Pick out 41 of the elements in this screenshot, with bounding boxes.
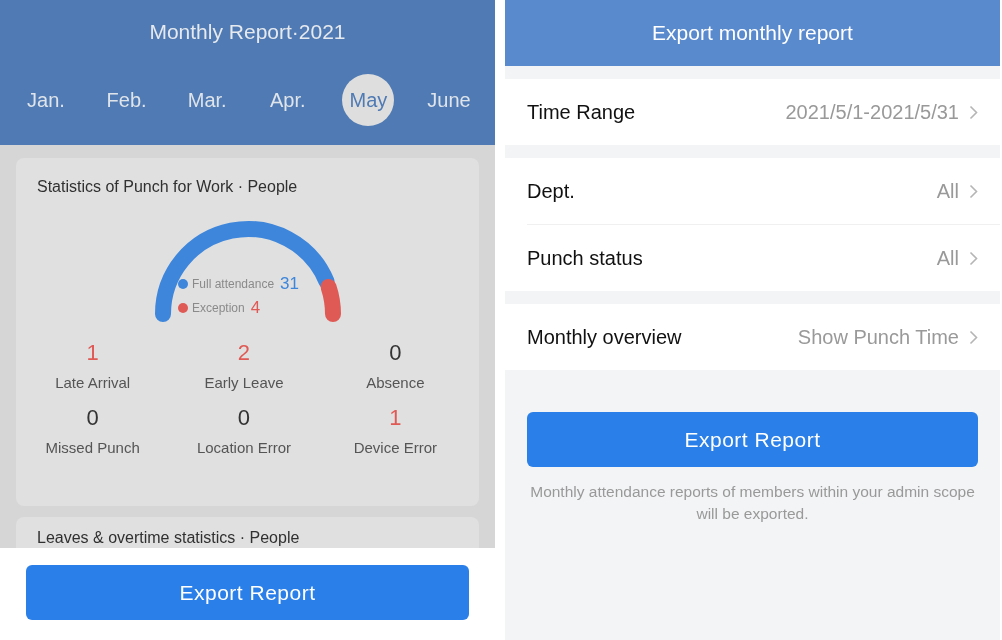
screen-title: Monthly Report·2021	[148, 19, 347, 44]
stat-value: 2	[237, 340, 251, 366]
row-label: Monthly overview	[527, 325, 683, 349]
stat-label: Device Error	[353, 439, 437, 456]
stat-value: 0	[389, 340, 402, 366]
stat-value: 1	[389, 405, 402, 431]
stat-value: 0	[86, 405, 99, 431]
export-button[interactable]: Export Report	[527, 412, 978, 467]
month-tab[interactable]: Jan.	[20, 74, 72, 126]
month-tab[interactable]: Mar.	[181, 74, 234, 126]
chevron-right-icon[interactable]	[969, 250, 978, 266]
stat-label: Absence	[366, 374, 425, 391]
stat-value: 0	[237, 405, 251, 431]
month-tab[interactable]: Feb.	[100, 74, 153, 126]
stat-label: Early Leave	[204, 374, 284, 391]
row-label: Time Range	[527, 100, 637, 124]
month-tab[interactable]: May	[342, 74, 395, 126]
chevron-right-icon[interactable]	[969, 329, 978, 345]
chevron-right-icon[interactable]	[969, 104, 978, 120]
stat-label: Location Error	[196, 439, 292, 456]
month-tab[interactable]: Apr.	[261, 74, 314, 126]
stat-value: 1	[86, 340, 99, 366]
row-label: Punch status	[527, 246, 644, 270]
note-text: Monthly attendance reports of members within your admin scope will be exported.	[529, 482, 976, 524]
row-value[interactable]: All	[936, 246, 959, 270]
export-button[interactable]: Export Report	[26, 565, 469, 620]
card-title: Leaves & overtime statistics · People	[37, 529, 301, 547]
month-tab[interactable]: June	[422, 74, 475, 126]
chevron-right-icon[interactable]	[969, 183, 978, 199]
legend-count: 31	[280, 274, 299, 294]
legend-label: Exception	[192, 301, 245, 315]
legend-count: 4	[250, 298, 261, 318]
stat-label: Missed Punch	[45, 439, 140, 456]
row-value[interactable]: 2021/5/1-2021/5/31	[785, 100, 959, 124]
row-value[interactable]: Show Punch Time	[797, 325, 959, 349]
stat-label: Late Arrival	[55, 374, 131, 391]
legend-label: Full attendance	[192, 277, 275, 291]
card-title: Statistics of Punch for Work · People	[37, 178, 299, 196]
row-value[interactable]: All	[936, 179, 959, 203]
screen-title: Export monthly report	[652, 21, 853, 45]
row-label: Dept.	[527, 179, 576, 203]
